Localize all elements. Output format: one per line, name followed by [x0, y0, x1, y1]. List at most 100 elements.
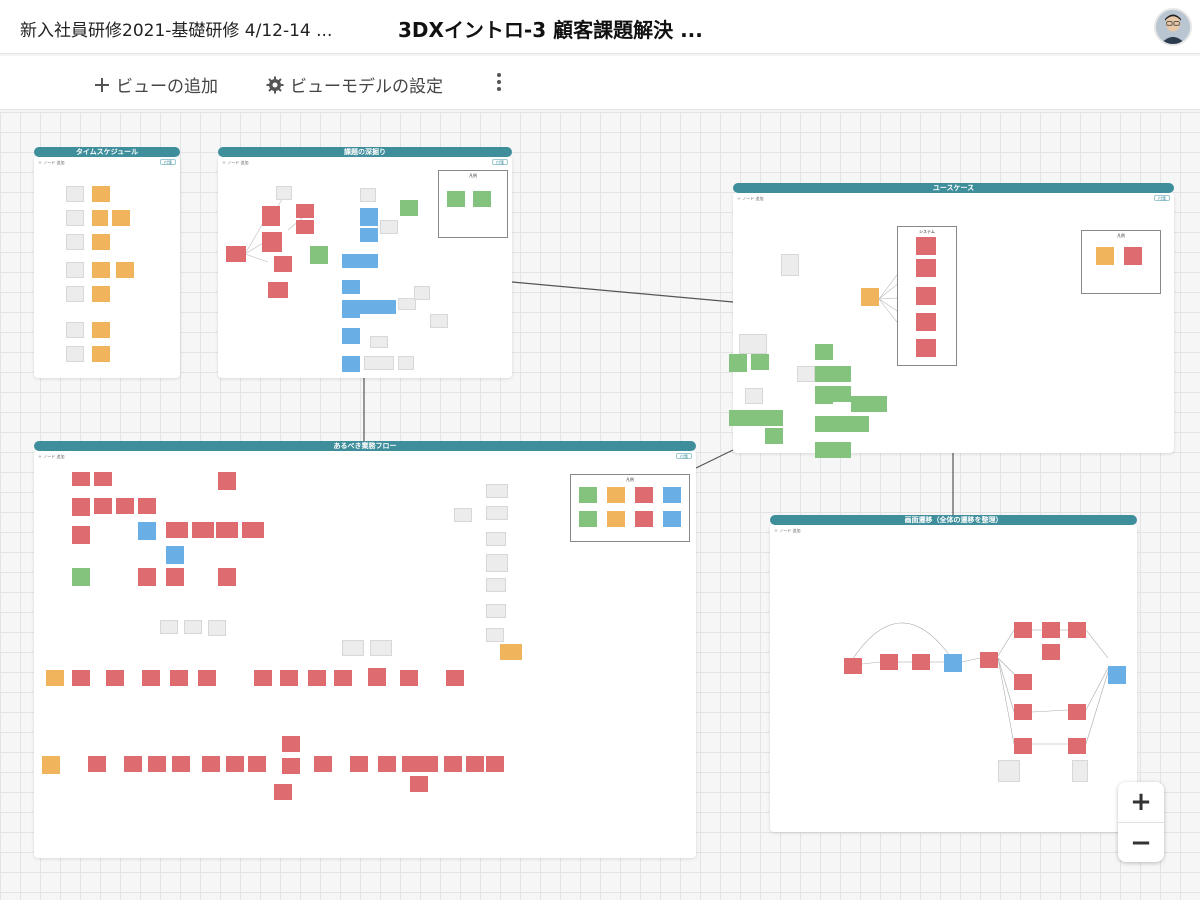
sticky-note[interactable] [444, 756, 462, 772]
sticky-note[interactable] [248, 756, 266, 772]
sticky-note[interactable] [308, 670, 326, 686]
sticky-note[interactable] [607, 511, 625, 527]
sticky-note[interactable] [1014, 704, 1032, 720]
sticky-note[interactable] [360, 228, 378, 242]
sticky-note[interactable] [160, 620, 178, 634]
sticky-note[interactable] [739, 334, 767, 354]
sticky-note[interactable] [88, 756, 106, 772]
system-frame[interactable]: システム [897, 226, 957, 366]
sticky-note[interactable] [66, 346, 84, 362]
sticky-note[interactable] [124, 756, 142, 772]
sticky-note[interactable] [274, 256, 292, 272]
sticky-note[interactable] [466, 756, 484, 772]
sticky-note[interactable] [1014, 674, 1032, 690]
sticky-note[interactable] [342, 254, 360, 268]
sticky-note[interactable] [486, 484, 508, 498]
sticky-note[interactable] [138, 568, 156, 586]
sticky-note[interactable] [747, 410, 765, 426]
more-vertical-icon[interactable] [490, 70, 508, 96]
sticky-note[interactable] [815, 442, 833, 458]
sticky-note[interactable] [815, 416, 833, 432]
sticky-note[interactable] [106, 670, 124, 686]
sticky-note[interactable] [815, 344, 833, 360]
sticky-note[interactable] [296, 220, 314, 234]
sticky-note[interactable] [833, 416, 851, 432]
sticky-note[interactable] [368, 668, 386, 686]
sticky-note[interactable] [729, 410, 747, 426]
breadcrumb[interactable]: 新入社員研修2021-基礎研修 4/12-14 ... [20, 16, 332, 41]
sticky-note[interactable] [833, 366, 851, 382]
sticky-note[interactable] [446, 670, 464, 686]
sticky-note[interactable] [815, 366, 833, 382]
sticky-note[interactable] [172, 756, 190, 772]
panel-business-flow[interactable]: あるべき業務フロー ＋ ノード 追加 付箋 凡例 [34, 441, 696, 858]
sticky-note[interactable] [1068, 704, 1086, 720]
sticky-note[interactable] [454, 508, 472, 522]
sticky-note[interactable] [380, 220, 398, 234]
sticky-note[interactable] [486, 578, 506, 592]
sticky-note[interactable] [46, 670, 64, 686]
sticky-note[interactable] [262, 232, 282, 252]
sticky-note[interactable] [916, 237, 936, 255]
sticky-note[interactable] [92, 262, 110, 278]
sticky-note[interactable] [398, 356, 414, 370]
sticky-note[interactable] [402, 756, 420, 772]
sticky-note[interactable] [781, 254, 799, 276]
sticky-note[interactable] [916, 287, 936, 305]
sticky-note[interactable] [447, 191, 465, 207]
sticky-note[interactable] [486, 506, 508, 520]
sticky-note[interactable] [342, 280, 360, 294]
sticky-note[interactable] [138, 522, 156, 540]
sticky-note[interactable] [579, 511, 597, 527]
sticky-note[interactable] [92, 346, 110, 362]
sticky-note[interactable] [378, 300, 396, 314]
zoom-in-button[interactable]: + [1118, 782, 1164, 822]
sticky-note[interactable] [851, 416, 869, 432]
sticky-note[interactable] [663, 511, 681, 527]
sticky-note[interactable] [42, 756, 60, 774]
sticky-note[interactable] [282, 758, 300, 774]
sticky-note[interactable] [400, 670, 418, 686]
sticky-note[interactable] [833, 386, 851, 402]
sticky-note[interactable] [198, 670, 216, 686]
sticky-note[interactable] [815, 386, 833, 404]
sticky-note[interactable] [861, 288, 879, 306]
sticky-note[interactable] [1014, 738, 1032, 754]
panel-time-schedule[interactable]: タイムスケジュール ＋ ノード 追加 付箋 [34, 147, 180, 378]
sticky-note[interactable] [797, 366, 815, 382]
sticky-note[interactable] [486, 604, 506, 618]
sticky-note[interactable] [430, 314, 448, 328]
legend-frame[interactable]: 凡例 [570, 474, 690, 542]
sticky-note[interactable] [370, 640, 392, 656]
sticky-note[interactable] [92, 186, 110, 202]
sticky-note[interactable] [170, 670, 188, 686]
sticky-note[interactable] [94, 498, 112, 514]
sticky-note[interactable] [360, 208, 378, 226]
sticky-note[interactable] [94, 472, 112, 486]
sticky-note[interactable] [112, 210, 130, 226]
sticky-note[interactable] [342, 328, 360, 344]
sticky-note[interactable] [268, 282, 288, 298]
sticky-note[interactable] [142, 670, 160, 686]
panel-action-button[interactable]: 付箋 [1154, 195, 1170, 201]
sticky-note[interactable] [342, 356, 360, 372]
sticky-note[interactable] [342, 640, 364, 656]
sticky-note[interactable] [1096, 247, 1114, 265]
sticky-note[interactable] [92, 210, 108, 226]
sticky-note[interactable] [92, 322, 110, 338]
view-model-settings-button[interactable]: ビューモデルの設定 [266, 72, 443, 97]
sticky-note[interactable] [1014, 622, 1032, 638]
sticky-note[interactable] [912, 654, 930, 670]
sticky-note[interactable] [370, 336, 388, 348]
sticky-note[interactable] [607, 487, 625, 503]
sticky-note[interactable] [360, 254, 378, 268]
sticky-note[interactable] [116, 498, 134, 514]
panel-use-case[interactable]: ユースケース ＋ ノード 追加 付箋 システム 凡例 [729, 183, 1174, 458]
sticky-note[interactable] [138, 498, 156, 514]
sticky-note[interactable] [751, 354, 769, 370]
sticky-note[interactable] [765, 410, 783, 426]
sticky-note[interactable] [360, 188, 376, 202]
sticky-note[interactable] [92, 286, 110, 302]
sticky-note[interactable] [378, 756, 396, 772]
sticky-note[interactable] [1108, 666, 1126, 684]
